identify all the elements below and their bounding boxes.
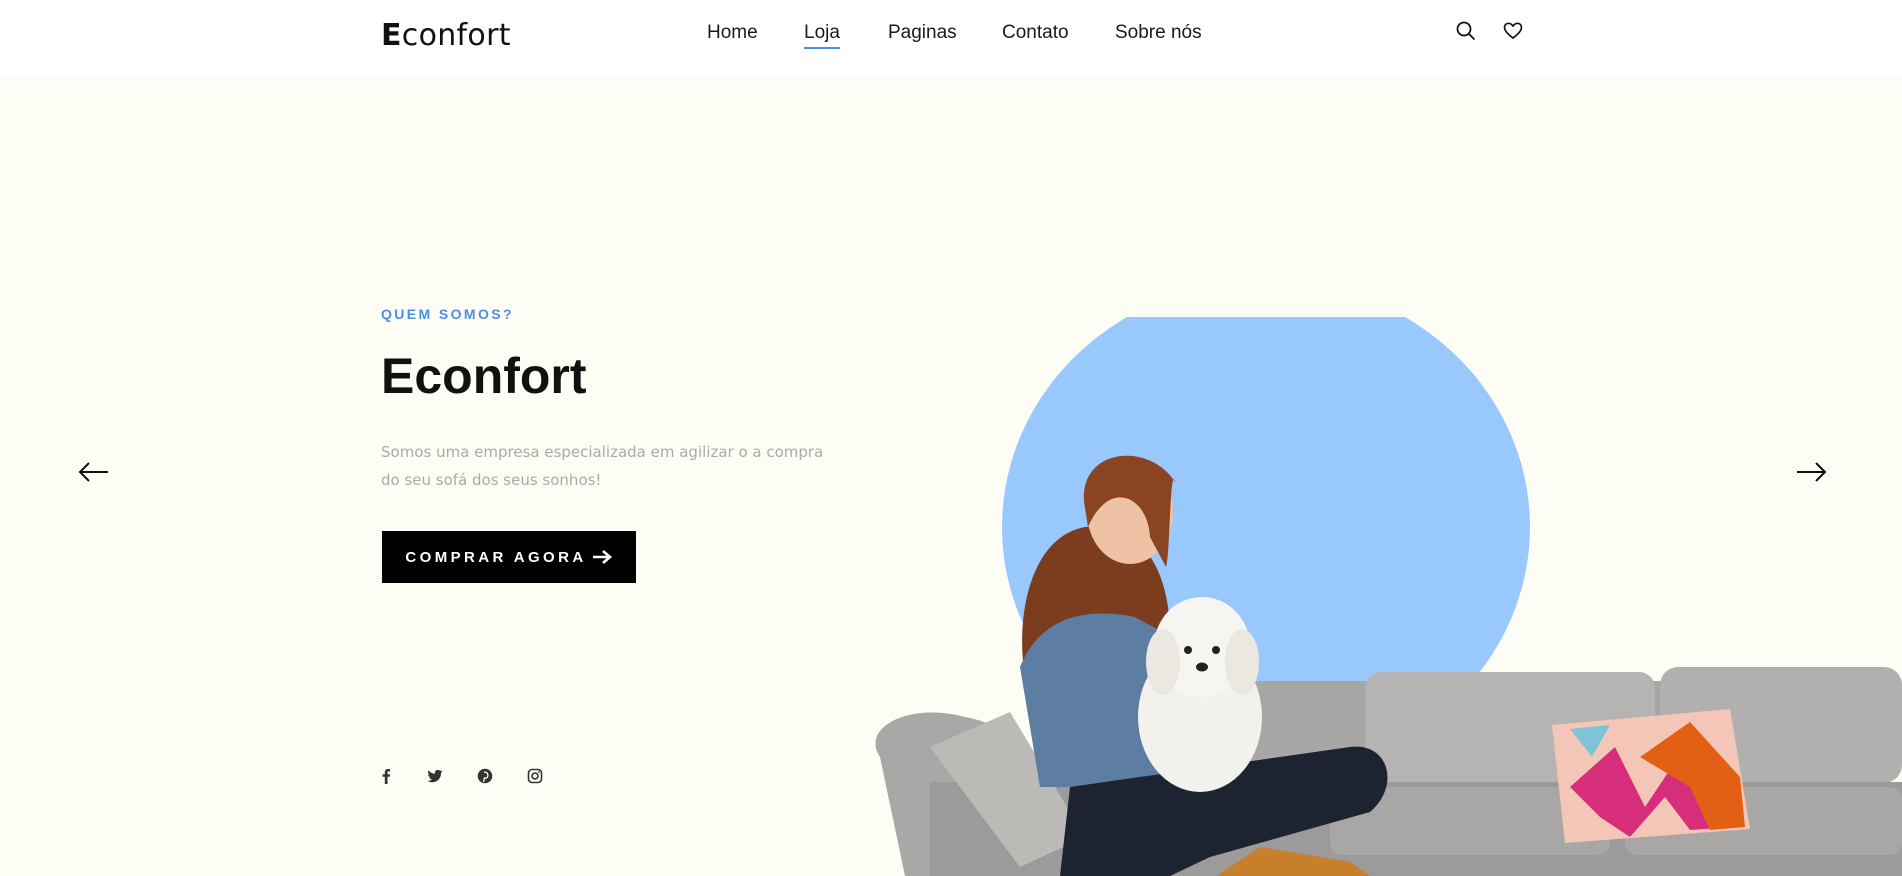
arrow-right-icon [592,550,612,564]
twitter-icon[interactable] [426,767,444,785]
pinterest-icon[interactable] [476,767,494,785]
hero-eyebrow: QUEM SOMOS? [381,306,514,322]
hero-image [875,317,1902,876]
buy-now-button[interactable]: COMPRAR AGORA [382,531,636,583]
buy-now-label: COMPRAR AGORA [405,548,587,566]
hero-description: Somos uma empresa especializada em agili… [381,443,824,489]
heart-icon[interactable] [1502,20,1524,42]
nav-paginas[interactable]: Paginas [888,22,957,44]
main-nav: Home Loja Paginas Contato Sobre nós [0,22,1902,50]
search-icon[interactable] [1455,20,1477,42]
hero-title: Econfort [381,348,587,404]
nav-sobre-nos[interactable]: Sobre nós [1115,22,1202,44]
instagram-icon[interactable] [526,767,544,785]
facebook-icon[interactable] [377,767,395,785]
patterned-pillow [1552,709,1750,843]
nav-home[interactable]: Home [707,22,758,44]
site-header: Econfort Home Loja Paginas Contato Sobre… [0,0,1902,77]
nav-contato[interactable]: Contato [1002,22,1069,44]
slider-prev-arrow-icon[interactable] [76,457,112,487]
nav-loja[interactable]: Loja [804,22,840,49]
hero-section: QUEM SOMOS? Econfort Somos uma empresa e… [0,77,1902,876]
